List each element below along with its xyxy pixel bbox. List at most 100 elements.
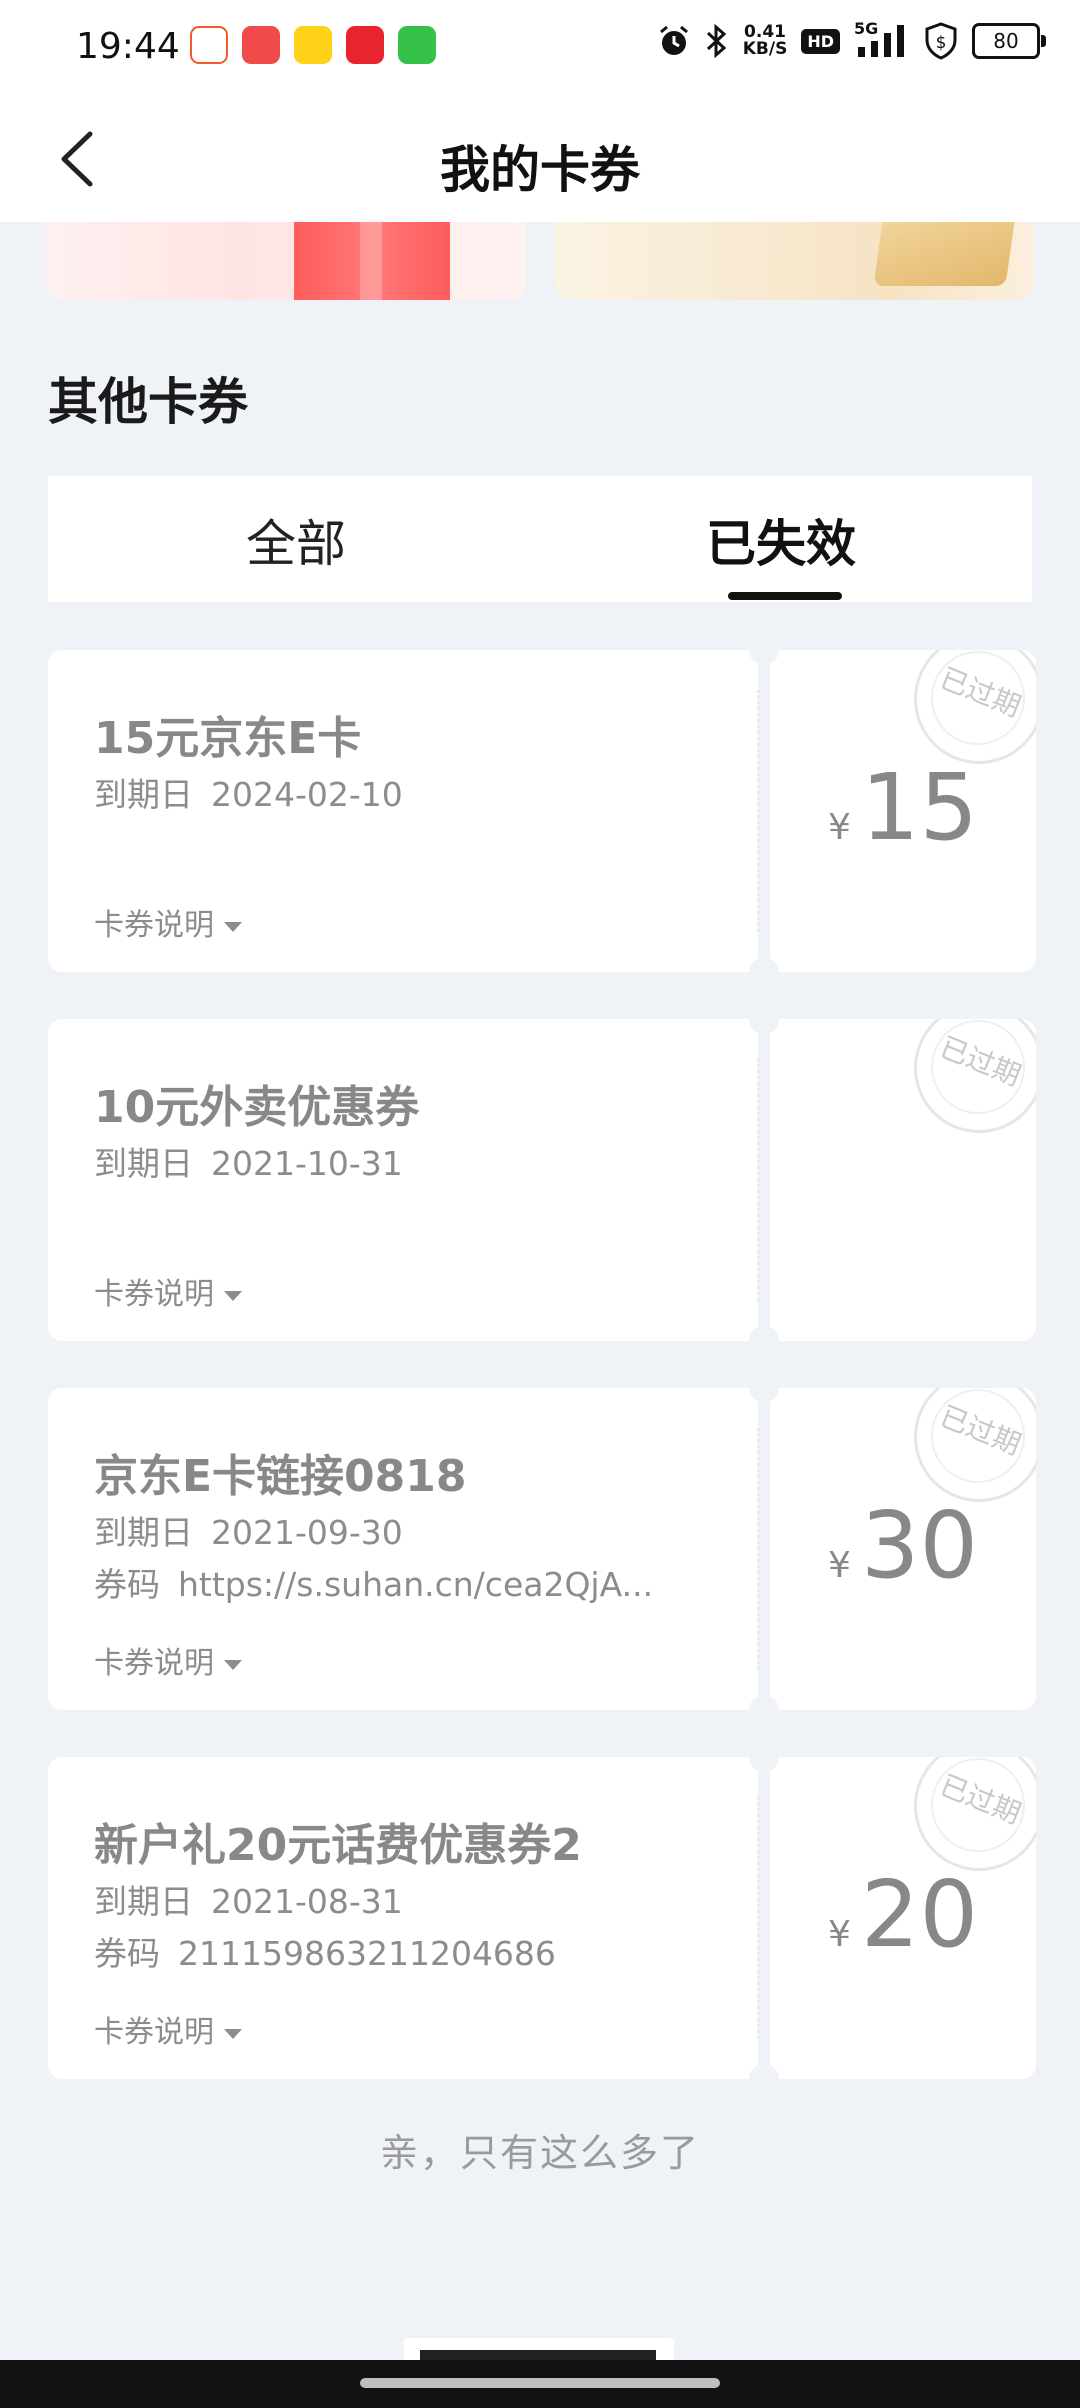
signal-icon: 5G — [854, 19, 910, 59]
expiry-label: 到期日 — [94, 1144, 193, 1183]
ticket-notch — [749, 1373, 779, 1403]
expiry-label: 到期日 — [94, 775, 193, 814]
coupon-title: 京东E卡链接0818 — [94, 1451, 467, 1502]
coupon-info: 10元外卖优惠券 到期日 2021-10-31 卡券说明 — [48, 1019, 758, 1341]
coupon-expiry: 到期日 2024-02-10 — [94, 768, 403, 816]
expired-stamp-text: 已过期 — [935, 1768, 1026, 1831]
coupon-amount: ¥15 — [770, 754, 1036, 861]
coupon-info: 京东E卡链接0818 到期日 2021-09-30 券码 https://s.suh… — [48, 1388, 758, 1710]
code-value: 211159863211204686 — [178, 1934, 556, 1973]
expired-stamp-text: 已过期 — [935, 661, 1026, 724]
floating-button-peek[interactable] — [404, 2338, 674, 2362]
code-label: 券码 — [94, 1934, 160, 1973]
coupon-card[interactable]: 15元京东E卡 到期日 2024-02-10 卡券说明 ¥15 已过期 — [48, 635, 1036, 987]
tab-all[interactable]: 全部 — [246, 504, 346, 576]
home-indicator[interactable] — [360, 2378, 720, 2388]
coupon-desc-toggle[interactable]: 卡券说明 — [94, 1638, 242, 1682]
ticket-notch — [749, 957, 779, 987]
ticket-notch — [749, 1695, 779, 1725]
coupon-amount: ¥20 — [770, 1861, 1036, 1968]
expiry-date: 2024-02-10 — [211, 775, 403, 814]
status-time: 19:44 — [76, 26, 180, 67]
coupon-title: 15元京东E卡 — [94, 713, 362, 764]
ticket-notch — [749, 635, 779, 665]
coupon-desc-label: 卡券说明 — [94, 1646, 214, 1681]
end-of-list-text: 亲，只有这么多了 — [379, 2131, 700, 2175]
coupon-expiry: 到期日 2021-09-30 — [94, 1506, 403, 1554]
expiry-label: 到期日 — [94, 1513, 193, 1552]
message-app-icon — [398, 26, 436, 64]
notification-icons — [190, 26, 436, 64]
expired-stamp-text: 已过期 — [935, 1030, 1026, 1093]
game-app-icon — [242, 26, 280, 64]
coupon-info: 15元京东E卡 到期日 2024-02-10 卡券说明 — [48, 650, 758, 972]
nav-header: 我的卡券 — [0, 96, 1080, 222]
status-bar: 19:44 0.41 KB/S HD 5G $ 80 — [0, 0, 1080, 96]
shield-dollar-icon: $ — [925, 22, 957, 60]
code-label: 券码 — [94, 1565, 160, 1604]
promo-banner-gift[interactable] — [46, 222, 526, 300]
currency-symbol: ¥ — [828, 1914, 851, 1955]
coupon-code: 券码 https://s.suhan.cn/cea2QjA... — [94, 1558, 653, 1606]
ticket-notch — [749, 1004, 779, 1034]
ticket-divider — [757, 1428, 760, 1670]
coupon-desc-toggle[interactable]: 卡券说明 — [94, 900, 242, 944]
ticket-divider — [757, 690, 760, 932]
coupon-expiry: 到期日 2021-10-31 — [94, 1137, 403, 1185]
expiry-date: 2021-10-31 — [211, 1144, 403, 1183]
expiry-label: 到期日 — [94, 1882, 193, 1921]
page-title: 我的卡券 — [440, 141, 640, 199]
hd-badge: HD — [801, 28, 840, 54]
weibo-icon — [294, 26, 332, 64]
battery-indicator: 80 — [972, 23, 1046, 59]
amount-value: 15 — [860, 754, 978, 861]
expiry-date: 2021-08-31 — [211, 1882, 403, 1921]
bluetooth-icon — [706, 23, 726, 59]
coupon-title: 10元外卖优惠券 — [94, 1082, 420, 1133]
expired-stamp-icon: 已过期 — [914, 1388, 1036, 1502]
ticket-notch — [749, 1742, 779, 1772]
tab-expired[interactable]: 已失效 — [706, 504, 856, 576]
coupon-title: 新户礼20元话费优惠券2 — [94, 1820, 582, 1871]
coupon-tabs: 全部 已失效 — [48, 476, 1032, 602]
net-speed: 0.41 KB/S — [743, 24, 788, 58]
coupon-card[interactable]: 10元外卖优惠券 到期日 2021-10-31 卡券说明 已过期 — [48, 1004, 1036, 1356]
coupon-desc-label: 卡券说明 — [94, 2015, 214, 2050]
promo-banner-envelope[interactable] — [554, 222, 1034, 300]
coupon-amount: ¥30 — [770, 1492, 1036, 1599]
alarm-icon — [659, 25, 688, 55]
coupon-desc-toggle[interactable]: 卡券说明 — [94, 1269, 242, 1313]
expired-stamp-icon: 已过期 — [914, 650, 1036, 764]
currency-symbol: ¥ — [828, 1545, 851, 1586]
gift-box-image — [294, 222, 450, 300]
coupon-code: 券码 211159863211204686 — [94, 1927, 556, 1975]
music-app-icon — [346, 26, 384, 64]
coupon-card[interactable]: 新户礼20元话费优惠券2 到期日 2021-08-31 券码 21115986321… — [48, 1742, 1036, 2094]
coupon-desc-label: 卡券说明 — [94, 1277, 214, 1312]
system-icons: 0.41 KB/S HD 5G $ 80 — [657, 19, 1046, 60]
net-speed-unit: KB/S — [742, 39, 788, 59]
caret-down-icon — [224, 2028, 242, 2039]
section-title: 其他卡券 — [48, 373, 248, 431]
ticket-divider — [757, 1059, 760, 1301]
expired-stamp-text: 已过期 — [935, 1399, 1026, 1462]
coupon-desc-label: 卡券说明 — [94, 908, 214, 943]
coupon-info: 新户礼20元话费优惠券2 到期日 2021-08-31 券码 21115986321… — [48, 1757, 758, 2079]
currency-symbol: ¥ — [828, 807, 851, 848]
58-app-icon — [190, 26, 228, 64]
ticket-divider — [757, 1797, 760, 2039]
active-tab-indicator — [728, 592, 842, 600]
coupon-desc-toggle[interactable]: 卡券说明 — [94, 2007, 242, 2051]
caret-down-icon — [224, 1290, 242, 1301]
expired-stamp-icon: 已过期 — [914, 1757, 1036, 1871]
amount-value: 20 — [860, 1861, 978, 1968]
ticket-notch — [749, 2064, 779, 2094]
code-value: https://s.suhan.cn/cea2QjA... — [178, 1565, 654, 1604]
coupon-value-panel: 已过期 — [770, 1019, 1036, 1341]
coupon-value-panel: ¥20 已过期 — [770, 1757, 1036, 2079]
coupon-value-panel: ¥30 已过期 — [770, 1388, 1036, 1710]
ticket-notch — [749, 1326, 779, 1356]
svg-text:$: $ — [936, 33, 947, 53]
coupon-value-panel: ¥15 已过期 — [770, 650, 1036, 972]
coupon-card[interactable]: 京东E卡链接0818 到期日 2021-09-30 券码 https://s.suh… — [48, 1373, 1036, 1725]
